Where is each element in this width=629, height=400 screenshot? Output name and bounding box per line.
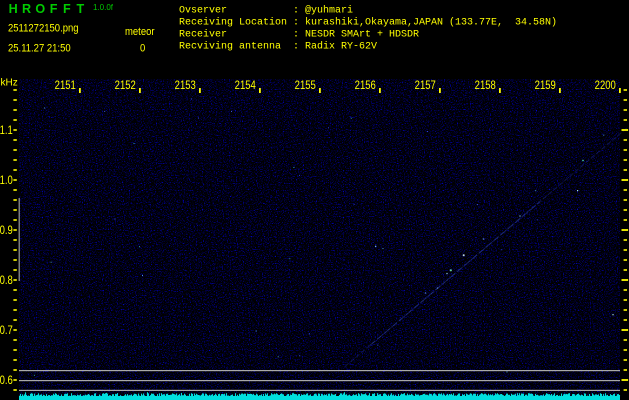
svg-text:2159: 2159 [535, 79, 556, 92]
svg-text:25.11.27 21:50: 25.11.27 21:50 [8, 43, 71, 55]
svg-text:0: 0 [140, 43, 145, 55]
svg-text:0.6: 0.6 [0, 374, 13, 387]
svg-text:H: H [9, 2, 18, 16]
svg-text:0.7: 0.7 [0, 324, 13, 337]
svg-text:2511272150.png: 2511272150.png [8, 23, 79, 35]
svg-text:Recviving antenna : Radix RY-: Recviving antenna : Radix RY-62V [179, 41, 377, 53]
svg-text:1.0.0f: 1.0.0f [93, 3, 114, 12]
svg-text:meteor: meteor [125, 26, 155, 38]
svg-text:2156: 2156 [355, 79, 376, 92]
svg-text:2200: 2200 [595, 79, 616, 92]
svg-text:2153: 2153 [175, 79, 196, 92]
svg-text:Receiver : NESDR SMA: Receiver : NESDR SMArt + HDSDR [179, 29, 419, 41]
svg-text:Receiving Location : kurashiki: Receiving Location : kurashiki,Okayama,J… [179, 17, 557, 29]
svg-text:1.0: 1.0 [0, 174, 13, 187]
svg-text:0.8: 0.8 [0, 274, 13, 287]
svg-text:2152: 2152 [115, 79, 136, 92]
svg-text:O: O [35, 2, 45, 16]
svg-text:2157: 2157 [415, 79, 436, 92]
svg-text:F: F [50, 2, 58, 16]
svg-text:2155: 2155 [295, 79, 316, 92]
svg-text:2151: 2151 [55, 79, 76, 92]
svg-text:T: T [77, 2, 85, 16]
svg-text:Ovserver : @yuhmari: Ovserver : @yuhmari [179, 5, 353, 17]
svg-text:F: F [63, 2, 71, 16]
svg-text:0.9: 0.9 [0, 224, 13, 237]
svg-text:2158: 2158 [475, 79, 496, 92]
svg-text:R: R [22, 2, 31, 16]
svg-text:kHz: kHz [1, 78, 18, 89]
svg-text:1.1: 1.1 [0, 124, 13, 137]
svg-text:2154: 2154 [235, 79, 256, 92]
